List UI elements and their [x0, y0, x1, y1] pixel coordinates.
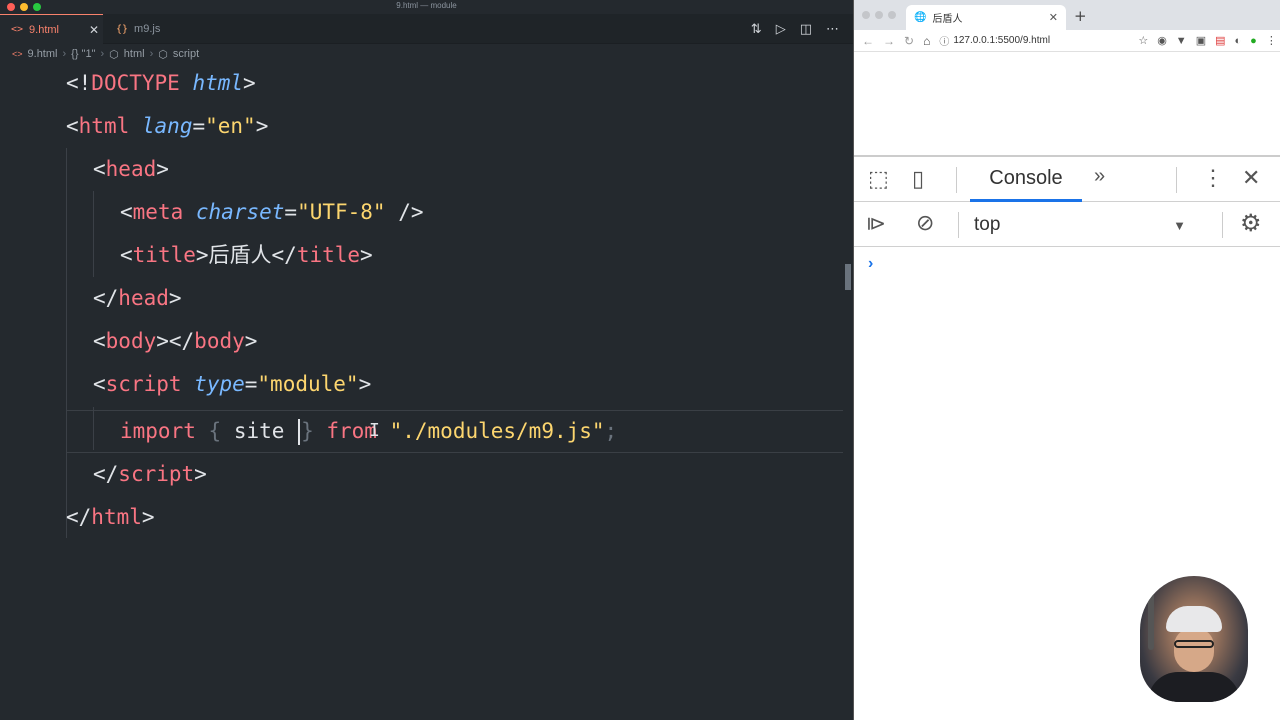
scrollbar-thumb[interactable]: [845, 264, 851, 290]
html-file-icon: <>: [12, 49, 23, 59]
presenter-shirt: [1148, 672, 1240, 702]
extension-icon[interactable]: ◐: [1235, 35, 1242, 47]
breadcrumb-item[interactable]: html: [124, 48, 145, 60]
editor-scrollbar[interactable]: [843, 62, 853, 720]
run-icon[interactable]: ▷: [776, 22, 786, 37]
forward-icon[interactable]: →: [883, 34, 895, 48]
chevron-right-icon: ›: [62, 48, 67, 60]
tab-m9-js[interactable]: {} m9.js: [104, 14, 184, 44]
extension-icon[interactable]: ◉: [1157, 34, 1167, 47]
presenter-face: [1174, 628, 1214, 672]
code-line-1: <!DOCTYPE html>: [66, 71, 256, 95]
code-line-6: </head>: [93, 286, 182, 310]
presenter-cap: [1166, 606, 1222, 632]
code-line-11: </html>: [66, 505, 155, 529]
close-devtools-icon[interactable]: ✕: [1242, 165, 1260, 191]
code-line-2: <html lang="en">: [66, 114, 269, 138]
js-file-icon: {}: [116, 23, 129, 35]
profile-avatar[interactable]: ●: [1250, 35, 1257, 47]
editor-actions: ⇅ ▷ ◫ ⋯: [751, 14, 839, 44]
browser-toolbar: ← → ↻ ⌂ ⓘ 127.0.0.1:5500/9.html ☆ ◉ ▼ ▣ …: [854, 30, 1280, 52]
back-icon[interactable]: ←: [862, 34, 874, 48]
chevron-right-icon: ›: [149, 48, 154, 60]
divider: [958, 212, 959, 238]
code-editor-window: 9.html — module <> 9.html ✕ {} m9.js ⇅ ▷…: [0, 0, 853, 720]
presenter-glasses: [1174, 640, 1214, 648]
indent-guide: [93, 407, 94, 450]
tab-9-html[interactable]: <> 9.html ✕: [0, 14, 103, 44]
code-area[interactable]: <!DOCTYPE html> <html lang="en"> <head> …: [0, 62, 853, 720]
inspect-element-icon[interactable]: ⬚: [868, 166, 889, 192]
window-title: 9.html — module: [396, 1, 457, 10]
divider: [1222, 212, 1223, 238]
editor-titlebar: 9.html — module: [0, 0, 853, 14]
editor-tab-bar: <> 9.html ✕ {} m9.js: [0, 14, 853, 44]
compare-changes-icon[interactable]: ⇅: [751, 22, 762, 37]
context-value: top: [974, 214, 1001, 235]
close-tab-icon[interactable]: ✕: [1049, 11, 1058, 24]
breadcrumb-item[interactable]: 9.html: [28, 48, 58, 60]
code-line-7: <body></body>: [93, 329, 258, 353]
info-icon[interactable]: ⓘ: [939, 33, 949, 48]
code-line-8: <script type="module">: [93, 372, 372, 396]
element-icon: ⬡: [158, 48, 168, 61]
split-editor-icon[interactable]: ◫: [800, 22, 812, 37]
tab-console[interactable]: Console: [970, 157, 1082, 202]
extension-icon[interactable]: ▤: [1215, 34, 1225, 47]
close-tab-icon[interactable]: ✕: [89, 23, 99, 37]
globe-icon: 🌐: [914, 12, 927, 23]
more-tabs-icon[interactable]: »: [1094, 165, 1105, 188]
breadcrumb-item[interactable]: {} "1": [71, 48, 95, 60]
clear-console-icon[interactable]: ⊘: [916, 210, 934, 236]
settings-gear-icon[interactable]: ⚙: [1240, 209, 1262, 238]
extension-icon[interactable]: ▼: [1176, 35, 1187, 47]
url-text: 127.0.0.1:5500/9.html: [953, 35, 1051, 46]
breadcrumb-item[interactable]: script: [173, 48, 199, 60]
indent-guide: [66, 148, 67, 538]
divider: [956, 167, 957, 193]
home-icon[interactable]: ⌂: [923, 34, 930, 48]
star-icon[interactable]: ☆: [1138, 34, 1148, 47]
tab-label: 9.html: [29, 23, 60, 36]
kebab-menu-icon[interactable]: ⋮: [1202, 165, 1224, 191]
reload-icon[interactable]: ↻: [904, 34, 914, 48]
indent-guide: [93, 191, 94, 277]
breadcrumb: <> 9.html › {} "1" › ⬡ html › ⬡ script: [12, 46, 199, 62]
browser-tab-strip: 🌐 后盾人 ✕ +: [854, 0, 1280, 30]
chevron-right-icon: ›: [100, 48, 105, 60]
dropdown-arrow-icon: ▼: [1173, 217, 1186, 233]
browser-tab-title: 后盾人: [932, 14, 963, 25]
element-icon: ⬡: [109, 48, 119, 61]
menu-icon[interactable]: ⋮: [1266, 34, 1277, 47]
close-window-button[interactable]: [862, 11, 870, 19]
code-line-10: </script>: [93, 462, 207, 486]
new-tab-icon[interactable]: +: [1074, 7, 1087, 25]
console-toolbar: ⧐ ⊘ top ▼ ⚙: [854, 203, 1280, 247]
presenter-webcam-overlay: [1140, 576, 1248, 702]
mouse-ibeam-cursor-icon: I: [369, 420, 380, 441]
more-actions-icon[interactable]: ⋯: [826, 22, 839, 37]
context-selector[interactable]: top ▼: [974, 213, 1186, 237]
devtools-tab-bar: ⬚ ▯ Console » ⋮ ✕: [854, 157, 1280, 202]
text-cursor: [298, 419, 301, 445]
code-line-3: <head>: [93, 157, 169, 181]
address-bar[interactable]: ⓘ 127.0.0.1:5500/9.html: [939, 32, 1129, 50]
tab-label: m9.js: [134, 23, 161, 35]
divider: [1176, 167, 1177, 193]
html-file-icon: <>: [11, 24, 24, 35]
console-prompt-icon[interactable]: ›: [868, 255, 873, 273]
browser-tab[interactable]: 🌐 后盾人 ✕: [906, 5, 1066, 30]
microphone: [1148, 590, 1154, 650]
zoom-window-button[interactable]: [888, 11, 896, 19]
extension-icon[interactable]: ▣: [1196, 34, 1206, 47]
code-line-5: <title>后盾人</title>: [120, 243, 373, 267]
minimize-window-button[interactable]: [875, 11, 883, 19]
device-toolbar-icon[interactable]: ▯: [912, 166, 924, 192]
sidebar-toggle-icon[interactable]: ⧐: [866, 211, 886, 236]
code-line-4: <meta charset="UTF-8" />: [120, 200, 424, 224]
